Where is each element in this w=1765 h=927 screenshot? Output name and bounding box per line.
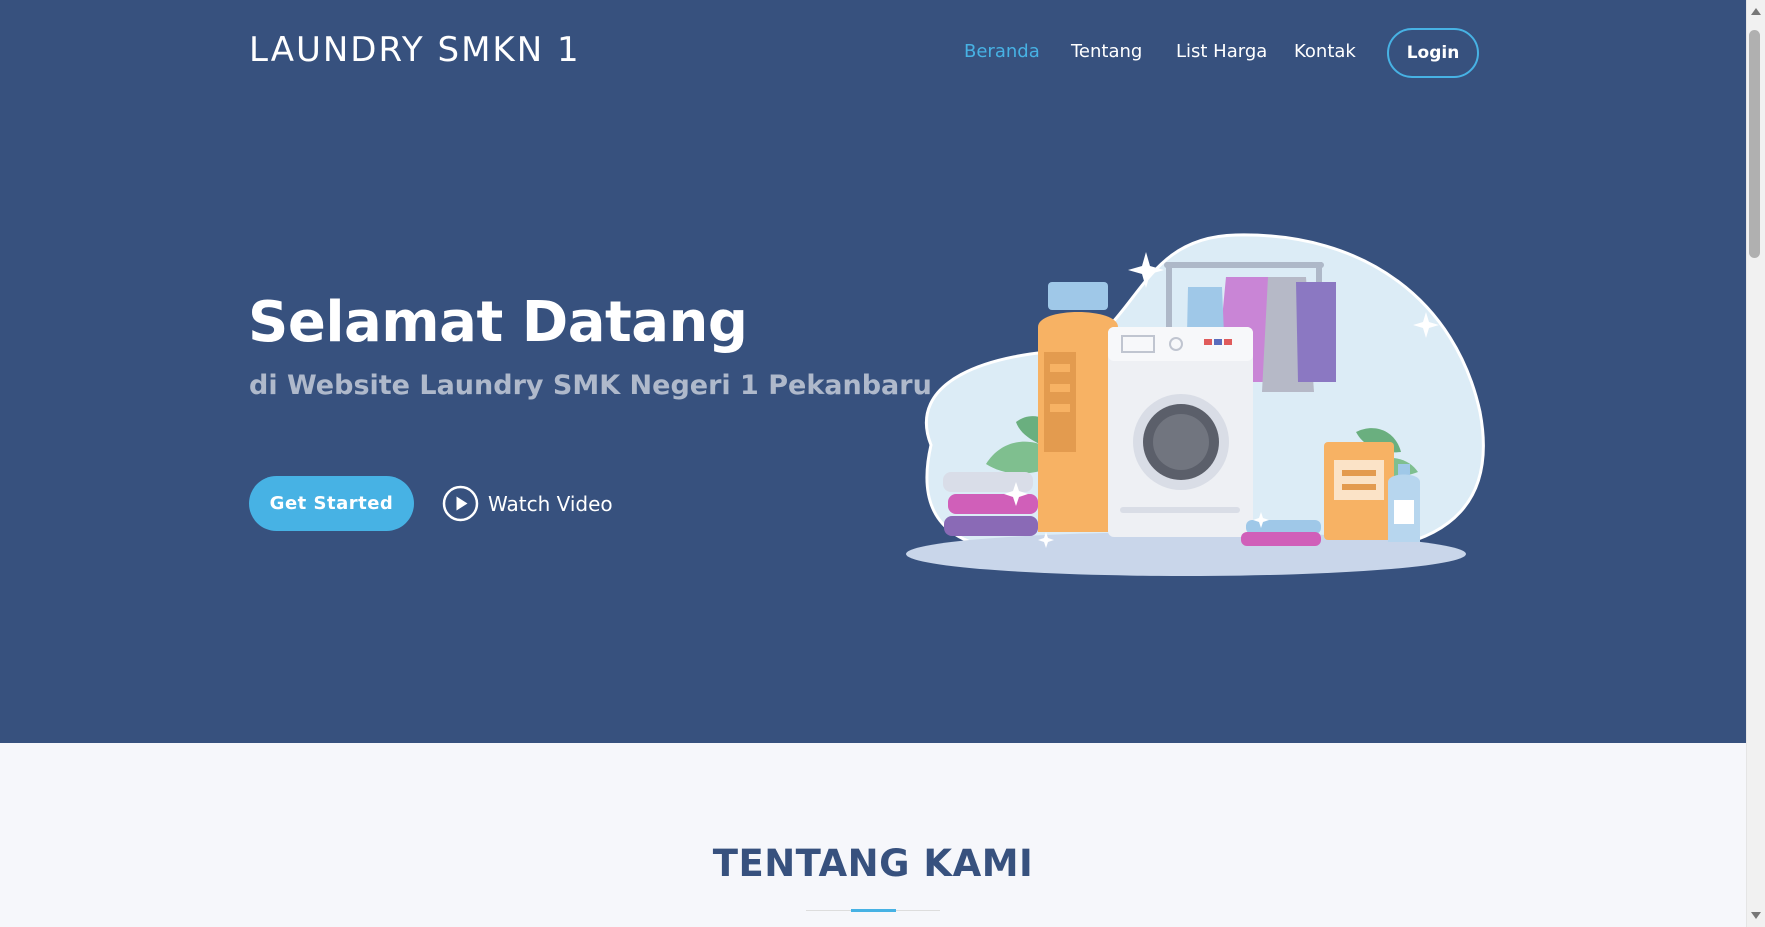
watch-video-button[interactable]: Watch Video: [442, 485, 613, 522]
scroll-up-arrow-icon[interactable]: [1751, 8, 1761, 15]
nav-link-beranda[interactable]: Beranda: [964, 41, 1040, 65]
nav-link-kontak[interactable]: Kontak: [1294, 41, 1356, 65]
page: LAUNDRY SMKN 1 Beranda Tentang List Harg…: [0, 0, 1746, 927]
scroll-down-arrow-icon[interactable]: [1751, 912, 1761, 919]
hero-section: LAUNDRY SMKN 1 Beranda Tentang List Harg…: [0, 0, 1746, 743]
section-title-tentang-kami: TENTANG KAMI: [712, 842, 1034, 885]
login-button[interactable]: Login: [1387, 28, 1479, 78]
title-divider-accent: [851, 909, 896, 912]
scrollbar-thumb[interactable]: [1749, 30, 1760, 258]
watch-video-label: Watch Video: [488, 491, 613, 516]
play-circle-icon: [442, 485, 479, 522]
get-started-button[interactable]: Get Started: [249, 476, 414, 531]
hero-subtitle: di Website Laundry SMK Negeri 1 Pekanbar…: [249, 370, 932, 401]
nav-link-list-harga[interactable]: List Harga: [1176, 41, 1267, 65]
site-logo[interactable]: LAUNDRY SMKN 1: [249, 30, 581, 70]
laundry-illustration: [906, 233, 1485, 576]
nav-link-tentang[interactable]: Tentang: [1071, 41, 1142, 65]
hero-title: Selamat Datang: [248, 290, 748, 355]
